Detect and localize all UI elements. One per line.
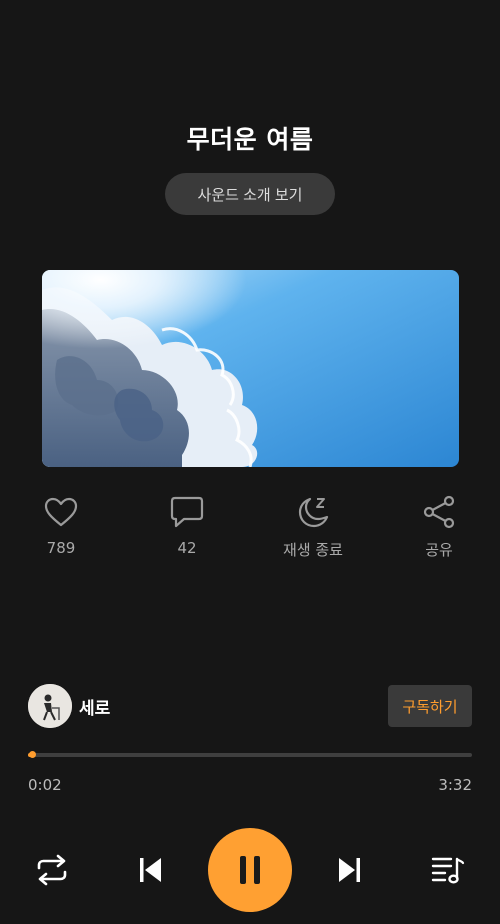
share-label: 공유 [425,541,453,559]
artist-row: 세로 구독하기 [28,684,472,728]
moon-sleep-icon [295,494,331,530]
current-time: 0:02 [28,776,62,794]
artist-avatar[interactable] [28,684,72,728]
sleep-timer-button[interactable]: 재생 종료 [258,494,368,560]
repeat-button[interactable] [32,852,72,888]
playlist-button[interactable] [428,852,468,888]
share-icon [421,494,457,530]
track-title: 무더운 여름 [186,125,314,154]
skip-next-icon [339,858,360,882]
artist-name[interactable]: 세로 [79,694,110,719]
playlist-icon [431,857,465,884]
pause-button[interactable] [208,828,292,912]
pause-icon [240,856,260,884]
like-button[interactable]: 789 [6,494,116,557]
comment-button[interactable]: 42 [132,494,242,557]
total-time: 3:32 [438,776,472,794]
sleep-timer-label: 재생 종료 [283,541,343,559]
player-screen: 무더운 여름 사운드 소개 보기 789 42 재생 종료 공유 세로 구독하기… [0,0,500,924]
playback-controls [0,828,500,912]
cover-art [42,270,459,467]
progress-handle[interactable] [29,751,37,758]
sound-intro-button[interactable]: 사운드 소개 보기 [165,173,335,215]
previous-button[interactable] [130,852,170,888]
subscribe-button[interactable]: 구독하기 [388,685,472,727]
progress-bar[interactable] [28,751,472,758]
comment-icon [169,494,205,530]
progress-track [28,753,472,757]
action-bar: 789 42 재생 종료 공유 [0,494,500,564]
repeat-icon [37,854,67,886]
skip-previous-icon [140,858,161,882]
next-button[interactable] [330,852,370,888]
heart-icon [43,494,79,530]
share-button[interactable]: 공유 [384,494,494,560]
like-count: 789 [46,539,76,557]
comment-count: 42 [177,539,197,557]
